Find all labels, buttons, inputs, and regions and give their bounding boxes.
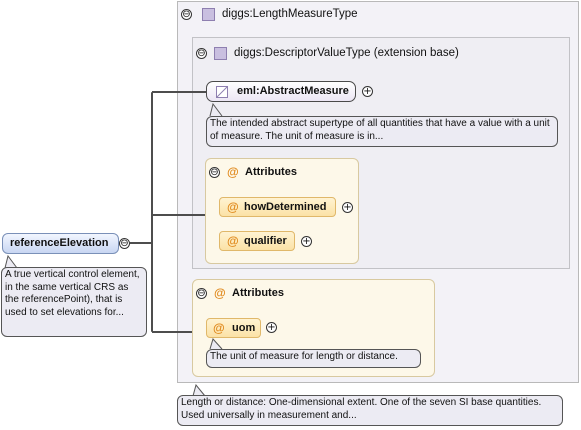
attribute-how-determined[interactable]: @ howDetermined xyxy=(219,197,336,217)
plus-circle-icon[interactable]: + xyxy=(342,202,353,213)
attribute-qualifier[interactable]: @ qualifier xyxy=(219,231,295,251)
connector-trunk xyxy=(151,92,153,332)
complex-type-icon xyxy=(214,47,227,60)
at-icon: @ xyxy=(213,321,225,335)
connector-abstract xyxy=(152,91,207,93)
at-icon: @ xyxy=(227,200,239,214)
attribute-uom[interactable]: @ uom xyxy=(206,318,261,338)
type-doc: Length or distance: One-dimensional exte… xyxy=(177,395,563,426)
abstract-measure-label: eml:AbstractMeasure xyxy=(237,85,349,97)
attribute-label: uom xyxy=(232,322,256,334)
root-doc: A true vertical control element, in the … xyxy=(1,267,147,337)
connector-attributes xyxy=(152,214,206,216)
at-icon: @ xyxy=(214,286,226,300)
plus-circle-icon[interactable]: + xyxy=(266,322,277,333)
base-box-collapse-icon[interactable]: ⊖ xyxy=(196,48,207,59)
connector-root xyxy=(130,242,152,244)
base-box-title: diggs:DescriptorValueType (extension bas… xyxy=(234,47,459,59)
abstract-measure-doc: The intended abstract supertype of all q… xyxy=(206,116,558,147)
doc-callout-pointer xyxy=(209,103,223,117)
abstract-element-icon xyxy=(216,86,228,98)
type-attributes-title: Attributes xyxy=(232,287,284,299)
uom-doc: The unit of measure for length or distan… xyxy=(206,349,421,368)
root-label: referenceElevation xyxy=(10,237,109,249)
attribute-label: qualifier xyxy=(244,235,287,247)
plus-circle-icon[interactable]: + xyxy=(301,236,312,247)
base-attributes-collapse-icon[interactable]: ⊖ xyxy=(209,167,220,178)
complex-type-icon xyxy=(202,8,215,21)
type-box-collapse-icon[interactable]: ⊖ xyxy=(181,9,192,20)
root-collapse-icon[interactable]: ⊖ xyxy=(119,238,130,249)
reference-elevation-node[interactable]: referenceElevation xyxy=(2,233,119,254)
type-attributes-collapse-icon[interactable]: ⊖ xyxy=(196,288,207,299)
abstract-measure-node[interactable]: eml:AbstractMeasure xyxy=(206,81,356,102)
at-icon: @ xyxy=(227,234,239,248)
base-attributes-title: Attributes xyxy=(245,166,297,178)
type-box-title: diggs:LengthMeasureType xyxy=(222,8,358,20)
at-icon: @ xyxy=(227,165,239,179)
attribute-label: howDetermined xyxy=(244,201,327,213)
plus-circle-icon[interactable]: + xyxy=(362,86,373,97)
